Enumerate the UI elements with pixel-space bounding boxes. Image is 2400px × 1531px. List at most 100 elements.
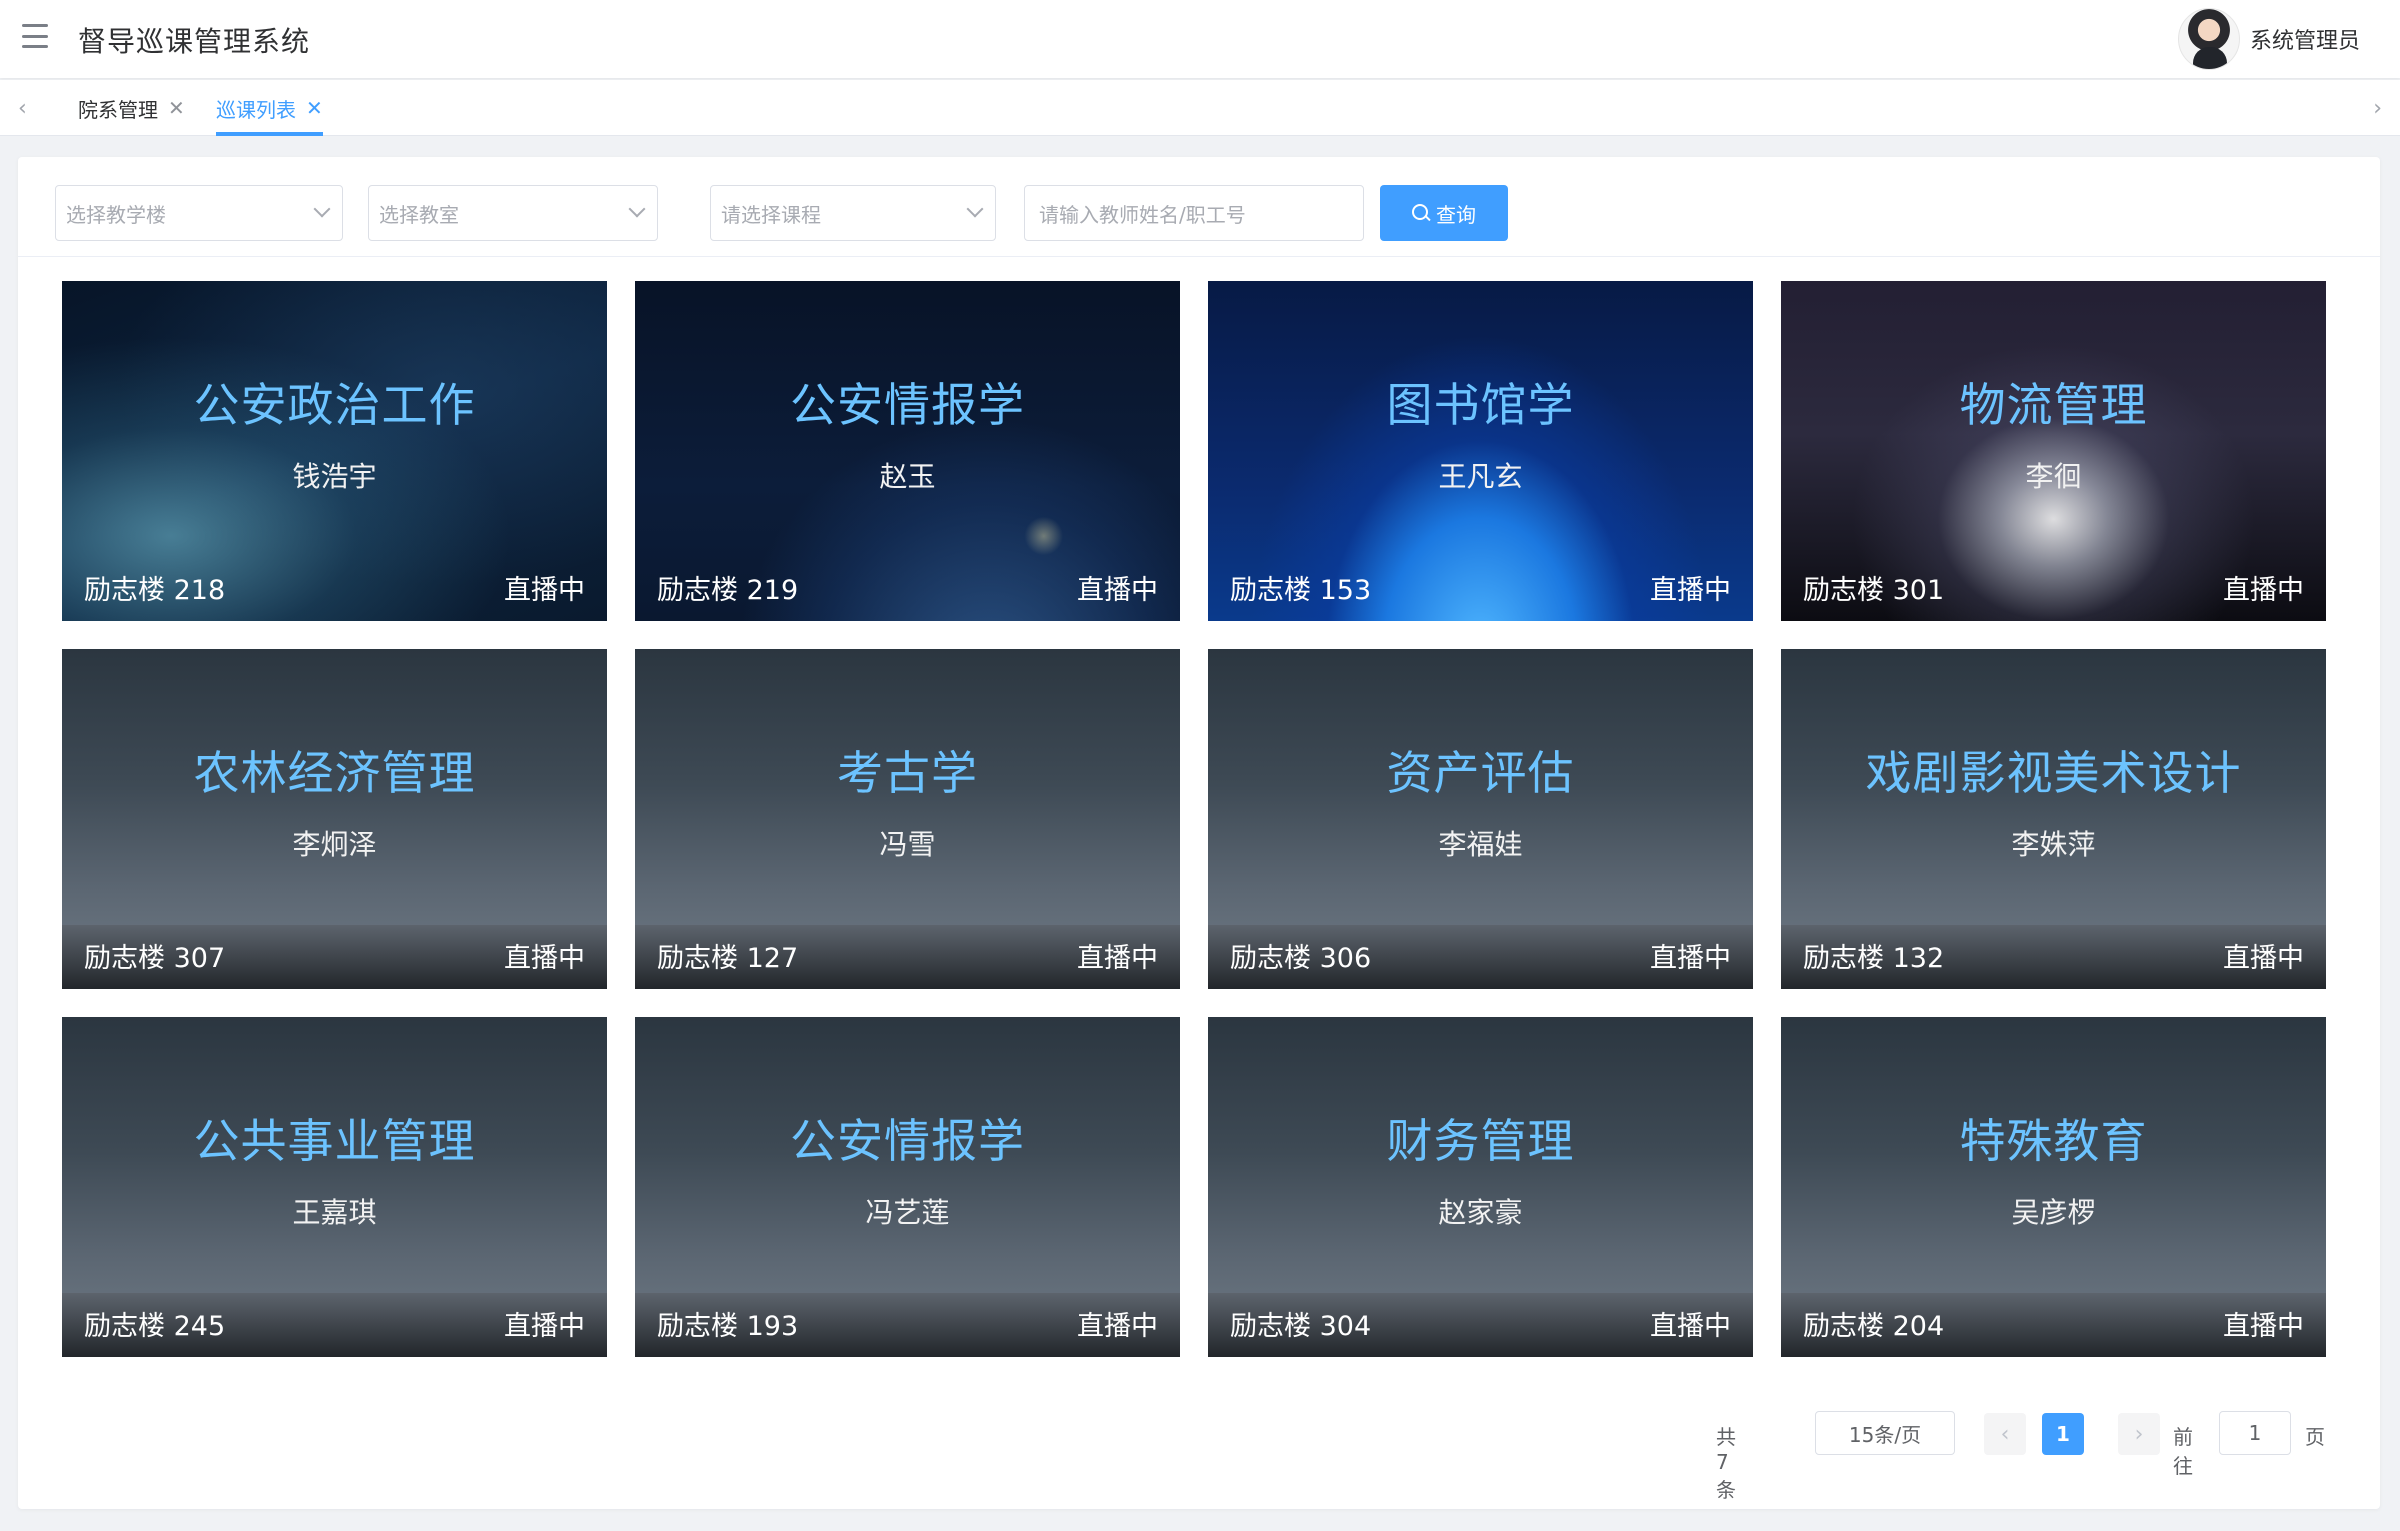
room-location: 励志楼 301 (1803, 568, 1944, 607)
teacher-name: 钱浩宇 (292, 460, 377, 493)
menu-toggle-icon[interactable] (22, 24, 48, 48)
room-number: 307 (173, 943, 226, 974)
room-number: 127 (746, 943, 799, 974)
filter-bar: 选择教学楼 选择教室 请选择课程 请输入教师姓名/职工号 查询 (18, 157, 2380, 257)
teacher-name: 冯艺莲 (865, 1196, 950, 1229)
classroom-select[interactable]: 选择教室 (368, 185, 658, 241)
course-card[interactable]: 财务管理 赵家豪 励志楼 304 直播中 (1208, 1017, 1753, 1357)
close-icon[interactable]: ✕ (306, 96, 323, 120)
search-icon (1412, 204, 1430, 222)
room-location: 励志楼 219 (657, 568, 798, 607)
course-card[interactable]: 农林经济管理 李炯泽 励志楼 307 直播中 (62, 649, 607, 989)
room-number: 153 (1319, 575, 1372, 606)
room-number: 306 (1319, 943, 1372, 974)
room-number: 132 (1892, 943, 1945, 974)
course-name: 图书馆学 (1386, 378, 1575, 432)
room-location: 励志楼 127 (657, 936, 798, 975)
goto-page-input[interactable]: 1 (2219, 1411, 2291, 1455)
building-name: 励志楼 (84, 943, 165, 974)
course-card[interactable]: 物流管理 李徊 励志楼 301 直播中 (1781, 281, 2326, 621)
building-name: 励志楼 (1230, 575, 1311, 606)
course-name: 公安情报学 (790, 1114, 1025, 1168)
building-name: 励志楼 (1803, 943, 1884, 974)
page-size-value: 15条/页 (1848, 1422, 1922, 1447)
room-location: 励志楼 307 (84, 936, 225, 975)
building-name: 励志楼 (657, 575, 738, 606)
query-button-label: 查询 (1436, 202, 1476, 227)
live-status: 直播中 (2223, 943, 2304, 974)
course-name: 特殊教育 (1959, 1114, 2148, 1168)
tabs-scroll-right-icon[interactable]: › (2373, 96, 2382, 121)
teacher-name: 赵玉 (879, 460, 936, 493)
course-card[interactable]: 特殊教育吴彦椤励志楼 204 直播中 (1781, 1017, 2326, 1357)
course-card[interactable]: 公安情报学赵玉励志楼 219 直播中 (635, 281, 1180, 621)
room-number: 193 (746, 1311, 799, 1342)
close-icon[interactable]: ✕ (168, 96, 185, 120)
main-panel: 选择教学楼 选择教室 请选择课程 请输入教师姓名/职工号 查询 公安政治工作钱浩… (18, 157, 2380, 1509)
user-name: 系统管理员 (2249, 29, 2360, 54)
page-number-button[interactable]: 1 (2042, 1413, 2084, 1455)
teacher-name: 吴彦椤 (2011, 1196, 2096, 1229)
room-number: 219 (746, 575, 799, 606)
building-name: 励志楼 (1230, 1311, 1311, 1342)
course-card[interactable]: 图书馆学 王凡玄 励志楼 153 直播中 (1208, 281, 1753, 621)
building-select[interactable]: 选择教学楼 (55, 185, 343, 241)
live-status: 直播中 (504, 575, 585, 606)
course-name: 资产评估 (1386, 746, 1575, 800)
teacher-name: 冯雪 (879, 828, 936, 861)
course-card[interactable]: 资产评估 李福娃 励志楼 306 直播中 (1208, 649, 1753, 989)
room-number: 204 (1892, 1311, 1945, 1342)
course-card[interactable]: 戏剧影视美术设计 李姝萍 励志楼 132 直播中 (1781, 649, 2326, 989)
tab-label: 院系管理 (78, 97, 158, 122)
chevron-down-icon (966, 200, 984, 218)
course-name: 公安情报学 (790, 378, 1025, 432)
course-name: 物流管理 (1959, 378, 2148, 432)
live-status: 直播中 (504, 943, 585, 974)
live-status: 直播中 (1077, 943, 1158, 974)
course-card[interactable]: 公共事业管理 王嘉琪 励志楼 245 直播中 (62, 1017, 607, 1357)
course-name: 财务管理 (1386, 1114, 1575, 1168)
live-status: 直播中 (1077, 575, 1158, 606)
chevron-down-icon (628, 200, 646, 218)
chevron-down-icon (313, 200, 331, 218)
tab-patrol-list[interactable]: 巡课列表 ✕ (216, 80, 323, 136)
tabs-scroll-left-icon[interactable]: ‹ (18, 96, 27, 121)
room-number: 304 (1319, 1311, 1372, 1342)
live-status: 直播中 (1077, 1311, 1158, 1342)
room-number: 245 (173, 1311, 226, 1342)
user-menu[interactable]: 系统管理员 (2177, 8, 2360, 70)
room-location: 励志楼 245 (84, 1304, 225, 1343)
course-select-placeholder: 请选择课程 (721, 202, 821, 227)
teacher-name: 王嘉琪 (292, 1196, 377, 1229)
course-card[interactable]: 考古学冯雪励志楼 127 直播中 (635, 649, 1180, 989)
query-button[interactable]: 查询 (1380, 185, 1508, 241)
app-title: 督导巡课管理系统 (78, 25, 311, 58)
live-status: 直播中 (1650, 1311, 1731, 1342)
course-card[interactable]: 公安政治工作 钱浩宇 励志楼 218 直播中 (62, 281, 607, 621)
building-name: 励志楼 (1803, 1311, 1884, 1342)
course-name: 公安政治工作 (193, 378, 476, 432)
tabs-bar: ‹ 院系管理 ✕ 巡课列表 ✕ › (0, 80, 2400, 136)
avatar[interactable] (2177, 8, 2240, 70)
building-name: 励志楼 (1803, 575, 1884, 606)
teacher-name: 王凡玄 (1438, 460, 1523, 493)
course-select[interactable]: 请选择课程 (710, 185, 996, 241)
room-number: 301 (1892, 575, 1945, 606)
room-location: 励志楼 153 (1230, 568, 1371, 607)
room-location: 励志楼 306 (1230, 936, 1371, 975)
course-card[interactable]: 公安情报学 冯艺莲 励志楼 193 直播中 (635, 1017, 1180, 1357)
teacher-search-placeholder: 请输入教师姓名/职工号 (1039, 202, 1246, 227)
live-status: 直播中 (2223, 1311, 2304, 1342)
live-status: 直播中 (2223, 575, 2304, 606)
room-location: 励志楼 132 (1803, 936, 1944, 975)
tab-department-management[interactable]: 院系管理 ✕ (78, 80, 185, 136)
prev-page-button[interactable]: ‹ (1984, 1413, 2026, 1455)
course-name: 农林经济管理 (193, 746, 476, 800)
page-size-select[interactable]: 15条/页 (1815, 1411, 1955, 1455)
teacher-search-input[interactable]: 请输入教师姓名/职工号 (1024, 185, 1364, 241)
classroom-select-placeholder: 选择教室 (379, 202, 459, 227)
course-name: 考古学 (837, 746, 978, 800)
next-page-button[interactable]: › (2118, 1413, 2160, 1455)
course-name: 戏剧影视美术设计 (1865, 746, 2242, 800)
goto-label: 前往 (2173, 1425, 2193, 1478)
